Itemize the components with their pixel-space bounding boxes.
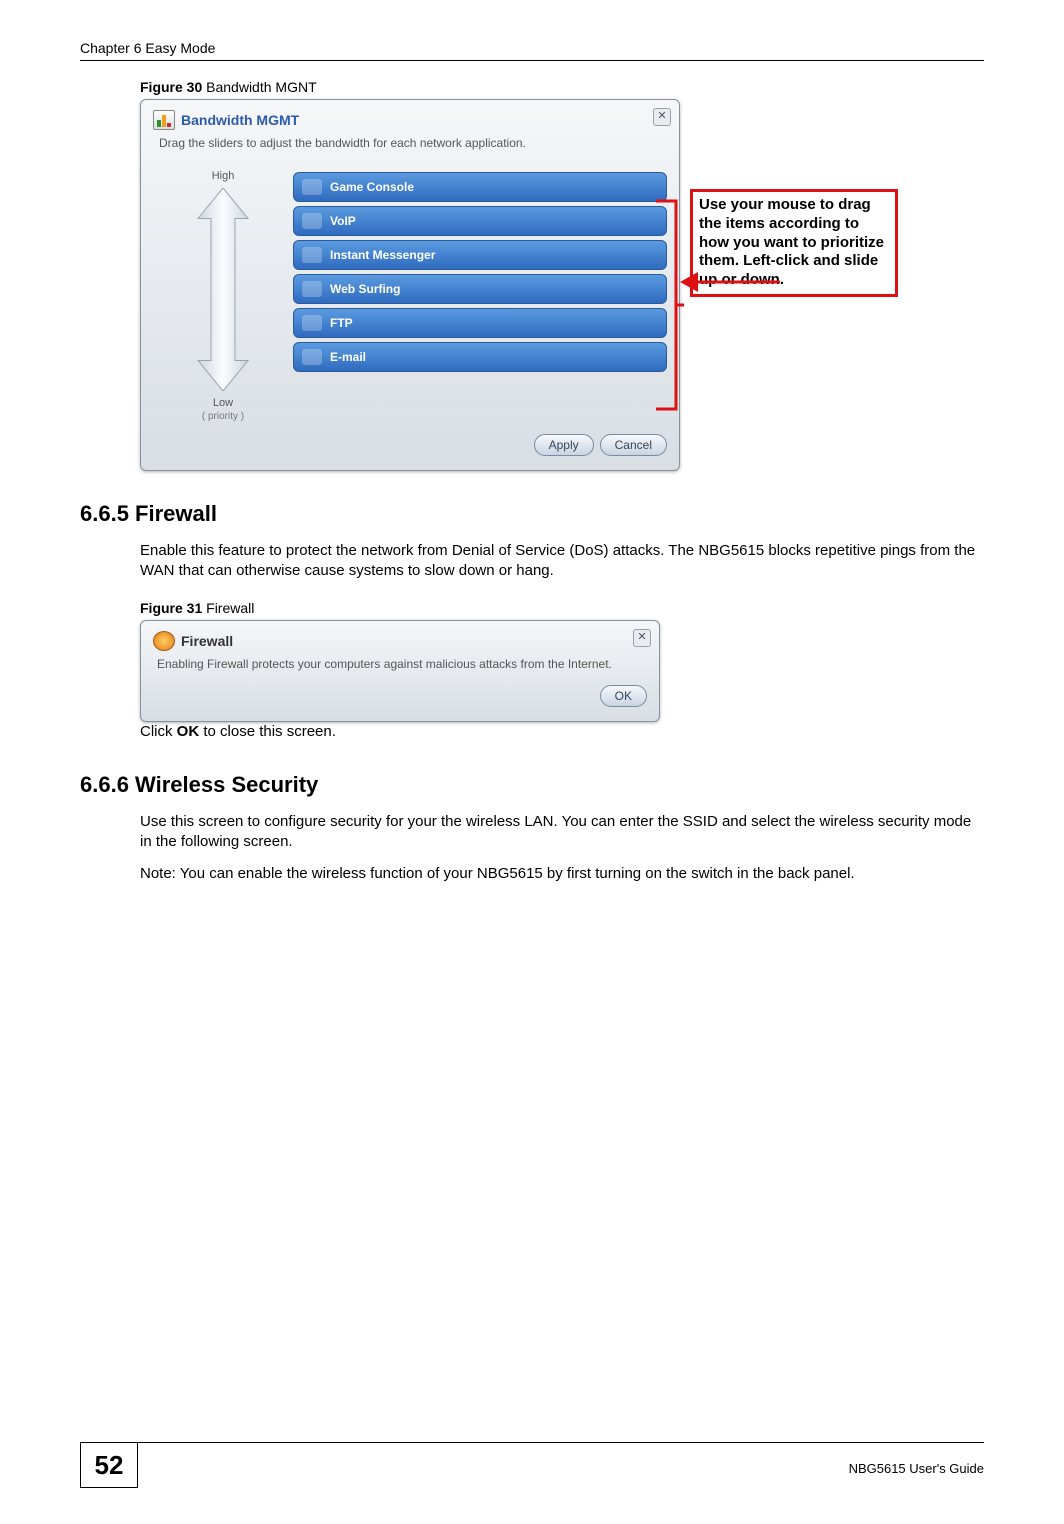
apply-button[interactable]: Apply <box>534 434 594 456</box>
priority-caption: ( priority ) <box>202 411 244 422</box>
bw-item-label: Game Console <box>330 180 414 194</box>
text: Click <box>140 723 177 740</box>
bandwidth-items-list: Game Console VoIP Instant Messenger Web … <box>293 166 667 422</box>
section-6-6-5-heading: 6.6.5 Firewall <box>80 501 984 527</box>
bw-item-label: E-mail <box>330 350 366 364</box>
page-number: 52 <box>80 1443 138 1488</box>
bandwidth-mgmt-dialog: ✕ Bandwidth MGMT Drag the sliders to adj… <box>140 99 680 471</box>
section-6-6-6-heading: 6.6.6 Wireless Security <box>80 772 984 798</box>
page-footer: 52 NBG5615 User's Guide <box>80 1442 984 1488</box>
dialog-subtitle: Drag the sliders to adjust the bandwidth… <box>159 136 667 150</box>
figure-31-title: Firewall <box>202 600 254 616</box>
bw-item-web-surfing[interactable]: Web Surfing <box>293 274 667 304</box>
page-header: Chapter 6 Easy Mode <box>80 40 984 61</box>
instant-messenger-icon <box>302 247 322 263</box>
high-label: High <box>212 170 235 182</box>
figure-31-after-text: Click OK to close this screen. <box>140 722 984 742</box>
priority-arrow-column: High L <box>153 166 293 422</box>
figure-31-label: Figure 31 <box>140 600 202 616</box>
bw-item-label: Instant Messenger <box>330 248 435 262</box>
web-surfing-icon <box>302 281 322 297</box>
guide-name: NBG5615 User's Guide <box>849 1455 984 1476</box>
figure-30-title: Bandwidth MGNT <box>202 79 316 95</box>
bw-item-label: Web Surfing <box>330 282 400 296</box>
bw-item-email[interactable]: E-mail <box>293 342 667 372</box>
figure-31: ✕ Firewall Enabling Firewall protects yo… <box>140 620 660 722</box>
dialog-title-text: Firewall <box>181 633 233 649</box>
section-6-6-6-note: Note: You can enable the wireless functi… <box>140 864 984 884</box>
bw-item-instant-messenger[interactable]: Instant Messenger <box>293 240 667 270</box>
chapter-title: Chapter 6 Easy Mode <box>80 40 215 56</box>
bw-item-game-console[interactable]: Game Console <box>293 172 667 202</box>
low-label: Low <box>213 397 233 409</box>
priority-arrow-icon <box>193 188 253 391</box>
close-icon[interactable]: ✕ <box>633 629 651 647</box>
red-bracket <box>654 199 684 411</box>
callout-area: Use your mouse to drag the items accordi… <box>690 99 970 297</box>
section-6-6-6-body: Use this screen to configure security fo… <box>140 812 984 853</box>
dialog-title-row: Firewall <box>153 631 647 651</box>
ok-text-bold: OK <box>177 723 200 740</box>
figure-30-caption: Figure 30 Bandwidth MGNT <box>140 79 984 95</box>
dialog-title-row: Bandwidth MGMT <box>153 110 667 130</box>
voip-icon <box>302 213 322 229</box>
text: to close this screen. <box>199 723 336 740</box>
bw-item-label: VoIP <box>330 214 356 228</box>
game-console-icon <box>302 179 322 195</box>
ok-button[interactable]: OK <box>600 685 647 707</box>
firewall-icon <box>153 631 175 651</box>
bw-item-voip[interactable]: VoIP <box>293 206 667 236</box>
bw-item-ftp[interactable]: FTP <box>293 308 667 338</box>
dialog-title-text: Bandwidth MGMT <box>181 112 299 128</box>
red-arrow <box>680 264 780 300</box>
ftp-icon <box>302 315 322 331</box>
firewall-dialog: ✕ Firewall Enabling Firewall protects yo… <box>140 620 660 722</box>
figure-31-caption: Figure 31 Firewall <box>140 600 984 616</box>
section-6-6-5-body: Enable this feature to protect the netwo… <box>140 541 984 582</box>
figure-30: ✕ Bandwidth MGMT Drag the sliders to adj… <box>140 99 984 471</box>
firewall-body-text: Enabling Firewall protects your computer… <box>157 657 643 671</box>
bw-item-label: FTP <box>330 316 353 330</box>
cancel-button[interactable]: Cancel <box>600 434 667 456</box>
figure-30-label: Figure 30 <box>140 79 202 95</box>
email-icon <box>302 349 322 365</box>
close-icon[interactable]: ✕ <box>653 108 671 126</box>
bandwidth-icon <box>153 110 175 130</box>
